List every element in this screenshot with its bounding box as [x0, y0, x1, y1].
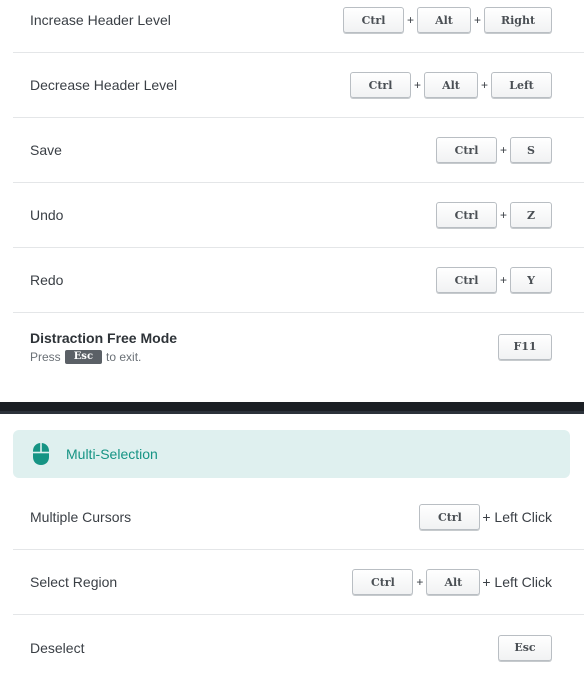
plus-sign: +: [499, 143, 507, 157]
key-combo: Ctrl + Alt + Left Click: [352, 569, 552, 595]
shortcut-row-redo: Redo Ctrl + Y: [13, 248, 584, 313]
key-ctrl: Ctrl: [435, 267, 497, 293]
mouse-icon: [32, 442, 50, 466]
key-s: S: [510, 137, 552, 163]
shortcut-label: Undo: [30, 207, 64, 223]
key-right: Right: [484, 7, 552, 33]
plus-sign: +: [499, 273, 507, 287]
key-combo: Ctrl + Alt + Left: [349, 72, 552, 98]
key-alt: Alt: [426, 569, 481, 595]
key-ctrl: Ctrl: [349, 72, 411, 98]
section-title: Multi-Selection: [66, 446, 158, 462]
shortcuts-panel-multi-selection: Multi-Selection Multiple Cursors Ctrl + …: [0, 414, 584, 695]
distraction-free-label: Distraction Free Mode Press Esc to exit.: [30, 330, 177, 364]
key-z: Z: [510, 202, 552, 228]
plus-sign: +: [413, 78, 421, 92]
key-ctrl: Ctrl: [352, 569, 414, 595]
mouse-action: + Left Click: [482, 574, 552, 590]
shortcut-row-distraction-free: Distraction Free Mode Press Esc to exit.…: [13, 313, 584, 380]
shortcut-row-select-region: Select Region Ctrl + Alt + Left Click: [13, 550, 584, 615]
key-combo: F11: [498, 333, 552, 360]
shortcut-row-increase-header: Increase Header Level Ctrl + Alt + Right: [13, 0, 584, 53]
key-combo: Esc: [498, 634, 552, 661]
plus-sign: +: [499, 208, 507, 222]
key-ctrl: Ctrl: [435, 202, 497, 228]
hint-suffix: to exit.: [106, 349, 142, 364]
shortcut-label: Multiple Cursors: [30, 509, 132, 525]
shortcut-label: Deselect: [30, 639, 85, 656]
plus-sign: +: [416, 575, 424, 589]
shortcut-label: Decrease Header Level: [30, 77, 178, 93]
key-alt: Alt: [423, 72, 478, 98]
key-left: Left: [491, 72, 552, 98]
key-combo: Ctrl + S: [435, 137, 552, 163]
key-ctrl: Ctrl: [435, 137, 497, 163]
key-ctrl: Ctrl: [342, 7, 404, 33]
shortcut-row-multiple-cursors: Multiple Cursors Ctrl + Left Click: [13, 485, 584, 550]
key-combo: Ctrl + Z: [435, 202, 552, 228]
plus-sign: +: [473, 13, 481, 27]
key-esc: Esc: [498, 634, 552, 661]
section-header-multi-selection: Multi-Selection: [13, 430, 570, 478]
plus-sign: +: [480, 78, 488, 92]
plus-sign: +: [406, 13, 414, 27]
shortcut-label: Save: [30, 142, 62, 158]
shortcut-row-save: Save Ctrl + S: [13, 118, 584, 183]
shortcut-label: Redo: [30, 272, 64, 288]
shortcut-row-deselect: Deselect Esc: [13, 615, 584, 680]
shortcut-row-undo: Undo Ctrl + Z: [13, 183, 584, 248]
hint-prefix: Press: [30, 349, 61, 364]
key-y: Y: [510, 267, 552, 293]
shortcut-title: Distraction Free Mode: [30, 329, 178, 346]
mouse-action: + Left Click: [482, 509, 552, 525]
panel-divider: [0, 402, 584, 414]
key-combo: Ctrl + Y: [435, 267, 552, 293]
key-combo: Ctrl + Left Click: [419, 504, 552, 530]
shortcut-label: Select Region: [30, 574, 118, 590]
key-esc-inline: Esc: [64, 349, 103, 364]
key-alt: Alt: [416, 7, 471, 33]
key-combo: Ctrl + Alt + Right: [342, 7, 552, 33]
shortcut-label: Increase Header Level: [30, 12, 171, 28]
shortcut-row-decrease-header: Decrease Header Level Ctrl + Alt + Left: [13, 53, 584, 118]
shortcuts-panel-top: Increase Header Level Ctrl + Alt + Right…: [0, 0, 584, 402]
shortcut-hint: Press Esc to exit.: [30, 349, 177, 364]
key-ctrl: Ctrl: [419, 504, 481, 530]
key-f11: F11: [498, 333, 552, 360]
